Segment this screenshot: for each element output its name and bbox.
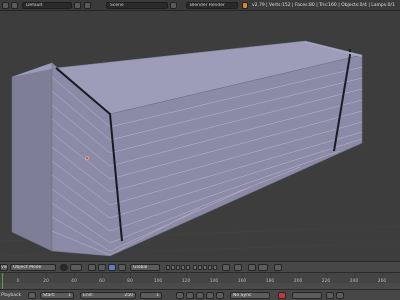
timeline-tick-label: 120 — [181, 279, 191, 284]
manipulator-toggle-icon[interactable] — [88, 264, 96, 271]
layer-button[interactable] — [181, 265, 185, 270]
timeline-track[interactable] — [0, 273, 400, 283]
timeline-tick-label: 260 — [377, 279, 387, 284]
preview-range-icon[interactable] — [28, 292, 36, 299]
start-frame-label: Start: — [43, 293, 56, 298]
layer-button[interactable] — [193, 265, 197, 270]
sync-mode-selector[interactable]: No Sync — [230, 292, 270, 299]
timeline-playhead[interactable] — [2, 273, 3, 290]
render-preview-icon[interactable] — [274, 264, 282, 271]
timeline-tick-label: 220 — [321, 279, 331, 284]
scene-stats: v2.79 | Verts:152 | Faces:80 | Tris:160 … — [252, 3, 395, 8]
auto-keyframe-icon[interactable] — [278, 292, 286, 299]
timeline-tick-label: 180 — [265, 279, 275, 284]
viewport-shading-icon[interactable] — [60, 264, 68, 271]
timeline-tick-label: 100 — [153, 279, 163, 284]
mode-selector[interactable]: Object Mode — [10, 264, 56, 271]
layout-name: Default — [26, 3, 43, 8]
mesh-end-face — [11, 62, 53, 252]
layer-button[interactable] — [213, 265, 217, 270]
layout-selector[interactable]: Default — [22, 2, 72, 9]
view-menu[interactable]: view — [0, 264, 8, 271]
timeline-tick-label: 240 — [349, 279, 359, 284]
timeline-editor[interactable]: 0 20 40 60 80 100 120 140 160 180 200 220 240 260 — [0, 272, 400, 290]
add-scene-icon[interactable] — [170, 2, 177, 9]
insert-keyframe-icon[interactable] — [326, 292, 334, 299]
timeline-tick-label: 200 — [293, 279, 303, 284]
timeline-tick-label: 40 — [71, 279, 77, 284]
layer-button[interactable] — [171, 265, 175, 270]
add-layout-icon[interactable] — [74, 2, 81, 9]
viewport-canvas[interactable] — [0, 11, 400, 261]
timeline-tick-label: 160 — [237, 279, 247, 284]
start-frame-value: 1 — [68, 293, 71, 298]
menu-toggle-icon[interactable] — [11, 2, 18, 9]
end-frame-label: End: — [83, 293, 94, 298]
scale-icon[interactable] — [118, 264, 126, 271]
translate-icon[interactable] — [98, 264, 106, 271]
start-frame-field[interactable]: Start: 1 — [40, 292, 74, 299]
layer-lock-icon[interactable] — [222, 264, 230, 271]
timeline-tick-label: 60 — [99, 279, 105, 284]
3d-viewport[interactable] — [0, 11, 400, 261]
sync-mode-label: No Sync — [233, 293, 252, 298]
jump-start-icon[interactable] — [176, 292, 184, 299]
layer-button[interactable] — [203, 265, 207, 270]
editor-type-icon[interactable] — [2, 2, 9, 9]
current-frame-value: 1 — [156, 293, 159, 298]
timeline-tick-label: 20 — [43, 279, 49, 284]
play-reverse-icon[interactable] — [196, 292, 204, 299]
delete-keyframe-icon[interactable] — [336, 292, 344, 299]
scene-icon[interactable] — [84, 2, 91, 9]
snap-element-icon[interactable] — [258, 264, 268, 271]
pivot-point-icon[interactable] — [70, 264, 82, 271]
next-keyframe-icon[interactable] — [216, 292, 224, 299]
prev-keyframe-icon[interactable] — [186, 292, 194, 299]
layer-button[interactable] — [166, 265, 170, 270]
rotate-icon[interactable] — [108, 264, 116, 271]
playback-menu[interactable]: Playback — [1, 292, 21, 299]
end-frame-value: 250 — [124, 293, 133, 298]
mode-label: Object Mode — [13, 265, 42, 270]
snap-toggle-icon[interactable] — [248, 264, 256, 271]
layer-button[interactable] — [186, 265, 190, 270]
proportional-edit-icon[interactable] — [234, 264, 242, 271]
3d-cursor-icon — [85, 156, 89, 160]
timeline-tick-label: 80 — [127, 279, 133, 284]
keying-set-selector[interactable] — [292, 292, 322, 299]
timeline-tick-label: 140 — [209, 279, 219, 284]
view-menu-label: view — [1, 265, 8, 270]
timeline-header: Playback Start: 1 End: 250 1 No Sync — [0, 289, 400, 300]
scene-name: Scene — [110, 3, 124, 8]
layer-button[interactable] — [198, 265, 202, 270]
play-icon[interactable] — [206, 292, 214, 299]
blender-logo-icon — [242, 2, 248, 9]
end-frame-field[interactable]: End: 250 — [80, 292, 136, 299]
render-engine-name: Blender Render — [190, 3, 225, 8]
scene-selector[interactable]: Scene — [106, 2, 168, 9]
current-frame-field[interactable]: 1 — [140, 292, 162, 299]
render-engine-selector[interactable]: Blender Render — [186, 2, 238, 9]
orientation-label: Global — [133, 265, 148, 270]
layer-button[interactable] — [208, 265, 212, 270]
layer-button[interactable] — [176, 265, 180, 270]
3d-view-header: view Object Mode Global — [0, 261, 400, 272]
transform-orientation-selector[interactable]: Global — [130, 264, 160, 271]
info-header: Default Scene Blender Render v2.79 | Ver… — [0, 0, 400, 11]
timeline-tick-label: 0 — [16, 279, 20, 284]
